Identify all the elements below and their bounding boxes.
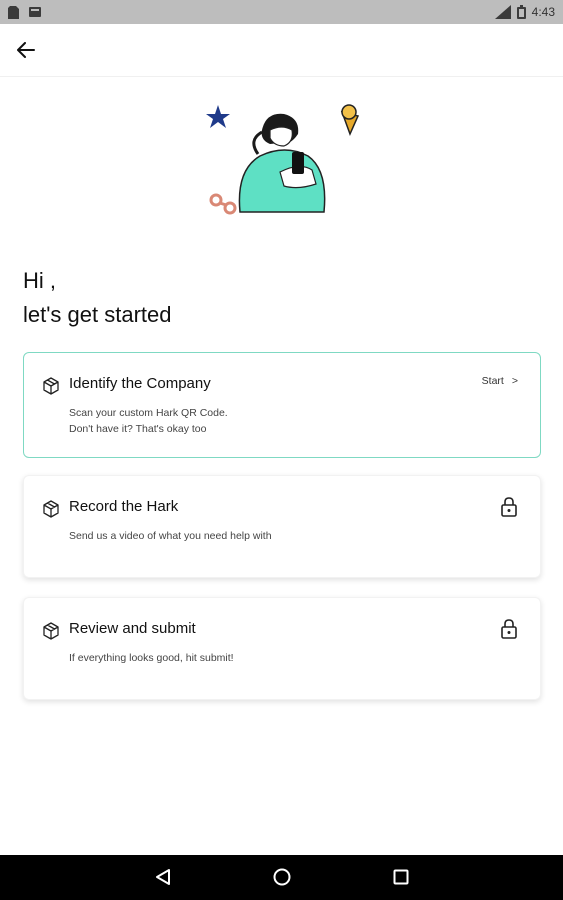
step-description: Scan your custom Hark QR Code. Don't hav…	[69, 407, 228, 435]
glasses-icon	[209, 193, 237, 215]
app-bar	[0, 24, 563, 77]
status-bar: 4:43	[0, 0, 563, 24]
back-button[interactable]	[12, 36, 40, 64]
step-description: If everything looks good, hit submit!	[69, 652, 234, 664]
chevron-right-icon: >	[511, 375, 518, 387]
arrow-left-icon	[17, 42, 35, 58]
step-description: Send us a video of what you need help wi…	[69, 530, 272, 542]
greeting-heading: Hi , let's get started	[23, 264, 172, 332]
box-icon	[43, 622, 59, 640]
greeting-line-2: let's get started	[23, 302, 172, 327]
star-icon	[206, 105, 230, 128]
nav-back-button[interactable]	[151, 865, 175, 889]
signal-icon	[494, 5, 511, 19]
step-card-record-hark[interactable]: Record the Hark Send us a video of what …	[23, 475, 541, 578]
step-card-identify-company[interactable]: Identify the Company Scan your custom Ha…	[23, 352, 541, 458]
box-icon	[43, 500, 59, 518]
sim-card-icon	[8, 5, 19, 19]
status-right: 4:43	[494, 5, 555, 19]
step-card-review-submit[interactable]: Review and submit If everything looks go…	[23, 597, 541, 700]
status-time: 4:43	[531, 5, 555, 19]
sd-card-icon	[29, 7, 41, 17]
battery-icon	[516, 5, 526, 19]
phone-icon	[292, 152, 304, 174]
lock-icon	[501, 497, 517, 517]
lock-icon	[501, 619, 517, 639]
start-button[interactable]: Start >	[482, 375, 518, 387]
status-left	[8, 5, 41, 19]
recents-square-icon	[393, 869, 409, 885]
system-navigation-bar	[0, 855, 563, 900]
step-title: Identify the Company	[69, 375, 211, 392]
greeting-line-1: Hi ,	[23, 268, 56, 293]
back-triangle-icon	[156, 869, 170, 885]
person-with-phone-illustration	[206, 104, 360, 215]
nav-recents-button[interactable]	[389, 865, 413, 889]
home-circle-icon	[273, 868, 291, 886]
nav-home-button[interactable]	[270, 865, 294, 889]
start-label: Start	[481, 375, 504, 387]
ice-cream-icon	[340, 104, 360, 137]
step-title: Record the Hark	[69, 498, 179, 515]
step-title: Review and submit	[69, 620, 196, 637]
box-icon	[43, 377, 59, 395]
